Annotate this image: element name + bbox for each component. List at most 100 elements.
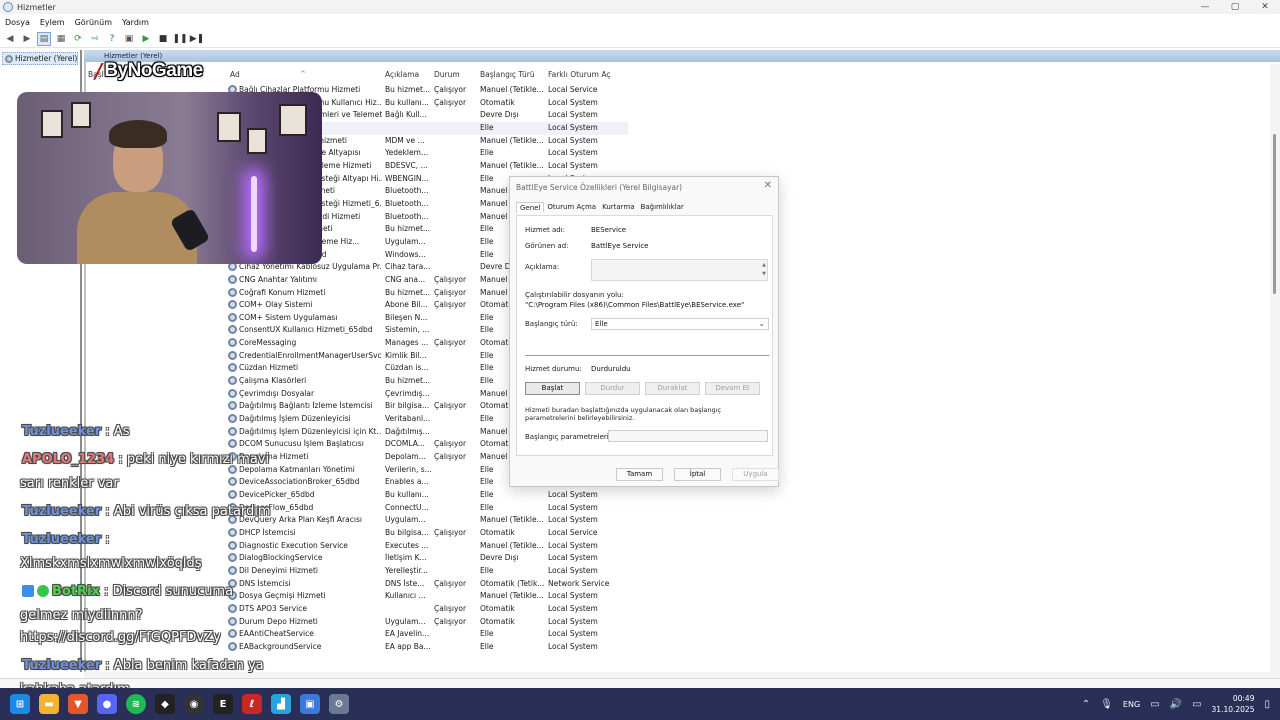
language-indicator[interactable]: ENG <box>1123 700 1140 709</box>
remote-desktop-icon[interactable]: ▣ <box>300 694 320 714</box>
bot-badge-icon <box>22 585 34 597</box>
table-row[interactable]: DTS APO3 Service Çalışıyor Otomatik Local S… <box>228 603 628 616</box>
service-name: CredentialEnrollmentManagerUserSvc... <box>239 350 382 360</box>
apply-button[interactable]: Uygula <box>732 468 779 481</box>
table-row[interactable]: EAAntiCheatService EA Javelin... Elle Local… <box>228 628 628 641</box>
description-label: Açıklama: <box>525 263 560 271</box>
chat-separator: : <box>114 452 127 467</box>
table-row[interactable]: DHCP İstemcisi Bu bilgisa... Çalışıyor Otom… <box>228 527 628 540</box>
menu-gorunum[interactable]: Görünüm <box>70 18 117 27</box>
tab-oturum-acma[interactable]: Oturum Açma <box>544 202 599 213</box>
console-tree-icon[interactable]: ▤ <box>37 31 51 46</box>
scrollbar-thumb[interactable] <box>1273 134 1276 294</box>
table-row[interactable]: EABackgroundService EA app Ba... Elle Local… <box>228 641 628 654</box>
properties-icon[interactable]: ▣ <box>122 32 136 46</box>
battery-icon[interactable]: ▭ <box>1192 699 1201 710</box>
description-cell: Kimlik Bil... <box>385 350 427 360</box>
chevron-up-icon[interactable]: ⌃ <box>1082 699 1090 710</box>
export-list-icon[interactable]: ⇨ <box>88 32 102 46</box>
forward-arrow-icon[interactable]: ▶ <box>20 32 34 46</box>
tree-item-services-local[interactable]: Hizmetler (Yerel) <box>2 52 78 65</box>
table-row[interactable]: DevicePicker_65dbd Bu kullanı... Elle Local… <box>228 489 628 502</box>
menu-eylem[interactable]: Eylem <box>35 18 70 27</box>
status-cell: Çalışıyor <box>434 616 467 626</box>
start-parameters-input[interactable] <box>608 430 768 442</box>
description-scroll-icon[interactable]: ▲ ▼ <box>762 261 766 279</box>
stop-button[interactable]: Durdur <box>585 382 640 395</box>
startup-type-cell: Elle <box>480 629 494 639</box>
column-header-logon-as[interactable]: Farklı Oturum Aç <box>548 70 610 79</box>
startup-type-select[interactable]: Elle ⌄ <box>591 318 769 330</box>
notification-icon[interactable]: ▯ <box>1264 699 1270 710</box>
back-arrow-icon[interactable]: ◀ <box>3 32 17 46</box>
pause-service-icon[interactable]: ❚❚ <box>172 32 187 46</box>
ok-button[interactable]: Tamam <box>616 468 663 481</box>
services-taskbar-icon[interactable]: ⚙ <box>329 694 349 714</box>
close-button[interactable]: ✕ <box>1250 0 1280 14</box>
network-icon[interactable]: ▭ <box>1150 699 1159 710</box>
table-row[interactable]: DNS İstemcisi DNS İste... Çalışıyor Otomati… <box>228 578 628 591</box>
spotify-icon[interactable]: ≋ <box>126 694 146 714</box>
menu-dosya[interactable]: Dosya <box>0 18 35 27</box>
volume-icon[interactable]: 🔊 <box>1170 699 1182 710</box>
list-view-icon[interactable]: ▦ <box>54 32 68 46</box>
table-row[interactable]: DevQuery Arka Plan Keşfi Aracısı Uygulam.… <box>228 514 628 527</box>
service-name: COM+ Sistem Uygulaması <box>239 312 338 322</box>
resume-button[interactable]: Devam Et <box>705 382 760 395</box>
column-header-name[interactable]: Ad <box>230 70 240 79</box>
table-row[interactable]: Diagnostic Execution Service Executes ...… <box>228 540 628 553</box>
file-explorer-icon[interactable]: ▬ <box>39 694 59 714</box>
minimize-button[interactable]: — <box>1190 0 1220 14</box>
tab-genel[interactable]: Genel <box>516 202 545 213</box>
cancel-button[interactable]: İptal <box>674 468 721 481</box>
table-row[interactable]: DialogBlockingService İletişim K... Devre … <box>228 552 628 565</box>
table-row[interactable]: Dil Deneyimi Hizmeti Yerelleştir... Elle Lo… <box>228 565 628 578</box>
table-row[interactable]: Dosya Geçmişi Hizmeti Kullanıcı ... Manuel… <box>228 590 628 603</box>
refresh-icon[interactable]: ⟳ <box>71 32 85 46</box>
tab-bagimliliklar[interactable]: Bağımlılıklar <box>638 202 687 213</box>
microphone-icon[interactable]: 🎙 <box>1100 699 1113 710</box>
start-button[interactable]: Başlat <box>525 382 580 395</box>
logon-as-cell: Local Service <box>548 527 598 537</box>
status-cell: Çalışıyor <box>434 338 467 348</box>
tab-kurtarma[interactable]: Kurtarma <box>599 202 637 213</box>
menu-yardim[interactable]: Yardım <box>117 18 154 27</box>
epic-games-icon[interactable]: E <box>213 694 233 714</box>
pause-button[interactable]: Duraklat <box>645 382 700 395</box>
discord-icon[interactable]: ● <box>97 694 117 714</box>
description-cell: Bu hizmet... <box>385 85 431 94</box>
display-name-value: BattlEye Service <box>591 242 649 250</box>
stop-service-icon[interactable]: ■ <box>156 32 170 46</box>
column-header-startup-type[interactable]: Başlangıç Türü <box>480 70 535 79</box>
game-launcher-icon[interactable]: ◆ <box>155 694 175 714</box>
column-header-status[interactable]: Durum <box>434 70 460 79</box>
dialog-close-icon[interactable]: ✕ <box>764 180 772 191</box>
obs-studio-icon[interactable]: ◉ <box>184 694 204 714</box>
start-menu-icon[interactable]: ⊞ <box>10 694 30 714</box>
table-row[interactable]: DevicesFlow_65dbd ConnectU... Elle Local Sy… <box>228 502 628 515</box>
service-name-cell: Dağıtılmış Bağlantı İzleme İstemcisi <box>228 401 382 411</box>
gear-icon <box>228 629 237 639</box>
column-header-description[interactable]: Açıklama <box>385 70 419 79</box>
vertical-scrollbar[interactable] <box>1270 64 1280 672</box>
help-icon[interactable]: ? <box>105 32 119 46</box>
description-cell: Bileşen N... <box>385 312 428 322</box>
riot-client-icon[interactable]: ℓ <box>242 694 262 714</box>
clock-time: 00:49 <box>1232 694 1255 703</box>
startup-type-label: Başlangıç türü: <box>525 320 578 328</box>
snipping-tool-icon[interactable]: ▟ <box>271 694 291 714</box>
description-cell: Executes ... <box>385 540 429 550</box>
brave-browser-icon[interactable]: ▼ <box>68 694 88 714</box>
service-name-cell: Dil Deneyimi Hizmeti <box>228 565 382 575</box>
startup-type-cell: Elle <box>480 490 494 499</box>
restart-service-icon[interactable]: ▶❚ <box>190 32 204 46</box>
description-field[interactable]: ▲ ▼ <box>591 259 768 281</box>
service-name: Dosya Geçmişi Hizmeti <box>239 591 326 601</box>
description-cell: Bluetooth... <box>385 211 429 221</box>
start-service-icon[interactable]: ▶ <box>139 32 153 46</box>
status-cell: Çalışıyor <box>434 85 467 94</box>
description-cell: DCOMLA... <box>385 439 425 449</box>
clock[interactable]: 00:49 31.10.2025 <box>1212 693 1255 715</box>
maximize-button[interactable]: ▢ <box>1220 0 1250 14</box>
table-row[interactable]: Durum Depo Hizmeti Uygulam... Çalışıyor Oto… <box>228 616 628 629</box>
